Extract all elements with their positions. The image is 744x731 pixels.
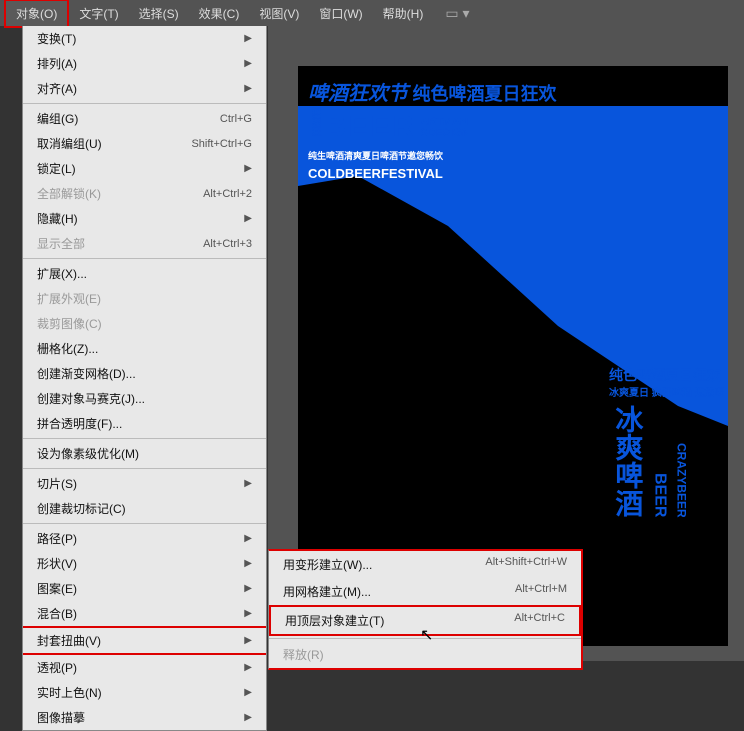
menu-effect[interactable]: 效果(C) [189,1,250,26]
chevron-right-icon: ▶ [244,33,252,44]
mi-imgtrace[interactable]: 图像描摹▶ [23,705,266,730]
menubar: 对象(O) 文字(T) 选择(S) 效果(C) 视图(V) 窗口(W) 帮助(H… [0,0,744,26]
object-dropdown: 变换(T)▶ 排列(A)▶ 对齐(A)▶ 编组(G)Ctrl+G 取消编组(U)… [22,26,267,731]
menu-select[interactable]: 选择(S) [129,1,189,26]
mi-pattern[interactable]: 图案(E)▶ [23,576,266,601]
menu-text[interactable]: 文字(T) [69,1,128,26]
mi-envelope[interactable]: 封套扭曲(V)▶ [23,626,266,655]
mi-trimmark[interactable]: 创建裁切标记(C) [23,496,266,521]
mi-rasterize[interactable]: 栅格化(Z)... [23,336,266,361]
mi-cropimg: 裁剪图像(C) [23,311,266,336]
sub-mesh[interactable]: 用网格建立(M)...Alt+Ctrl+M [269,578,581,605]
mi-path[interactable]: 路径(P)▶ [23,526,266,551]
mi-hide[interactable]: 隐藏(H)▶ [23,206,266,231]
sub-warp[interactable]: 用变形建立(W)...Alt+Shift+Ctrl+W [269,551,581,578]
mi-shape[interactable]: 形状(V)▶ [23,551,266,576]
envelope-submenu: 用变形建立(W)...Alt+Shift+Ctrl+W 用网格建立(M)...A… [268,549,583,670]
mi-objmosaic[interactable]: 创建对象马赛克(J)... [23,386,266,411]
mi-arrange[interactable]: 排列(A)▶ [23,51,266,76]
mi-unlockall: 全部解锁(K)Alt+Ctrl+2 [23,181,266,206]
menu-view[interactable]: 视图(V) [249,1,309,26]
menu-help[interactable]: 帮助(H) [373,1,434,26]
cold-text: COLDBEERFESTIVAL [308,166,443,181]
sub-release: 释放(R) [269,641,581,668]
poster-text: 啤酒狂欢节 纯色啤酒夏日狂欢 疯凉狂 BEER ARTMANSDESIGN 纯生… [308,82,668,183]
mi-align[interactable]: 对齐(A)▶ [23,76,266,101]
menu-window[interactable]: 窗口(W) [309,1,372,26]
tagline: 纯色啤酒夏日狂欢 [412,84,556,104]
mi-expandapp: 扩展外观(E) [23,286,266,311]
fest-text: 纯生啤酒清爽夏日啤酒节邀您畅饮 [308,151,443,161]
title-text: 啤酒狂欢节 [308,83,408,105]
mi-blend[interactable]: 混合(B)▶ [23,601,266,626]
lower-text-block: 纯色啤酒夏日狂欢 冰爽夏日 疯狂啤酒 邀您喝 冰爽啤酒 BEER CRAZYBE… [609,366,739,522]
mi-group[interactable]: 编组(G)Ctrl+G [23,106,266,131]
mi-transform[interactable]: 变换(T)▶ [23,26,266,51]
search-icon[interactable]: ▭ ▾ [445,5,469,22]
mi-ungroup[interactable]: 取消编组(U)Shift+Ctrl+G [23,131,266,156]
mi-perspective[interactable]: 透视(P)▶ [23,655,266,680]
mi-showall: 显示全部Alt+Ctrl+3 [23,231,266,256]
menu-object[interactable]: 对象(O) [4,0,69,28]
mi-livepaint[interactable]: 实时上色(N)▶ [23,680,266,705]
mi-pixelperfect[interactable]: 设为像素级优化(M) [23,441,266,466]
mi-slice[interactable]: 切片(S)▶ [23,471,266,496]
cursor-icon: ↖ [420,625,433,645]
beer-text: BEER [324,110,415,143]
mi-gradmesh[interactable]: 创建渐变网格(D)... [23,361,266,386]
mi-flatten[interactable]: 拼合透明度(F)... [23,411,266,436]
mi-expand[interactable]: 扩展(X)... [23,261,266,286]
mi-lock[interactable]: 锁定(L)▶ [23,156,266,181]
